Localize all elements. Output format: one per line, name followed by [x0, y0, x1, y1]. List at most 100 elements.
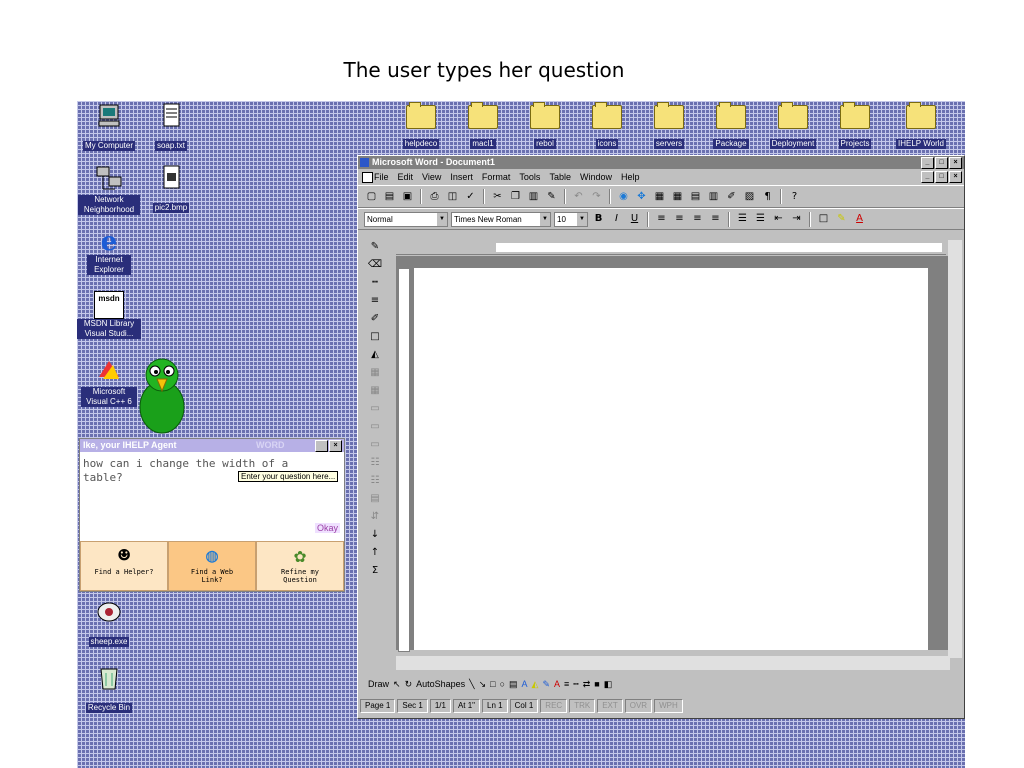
line-style-icon[interactable]: ≡ [564, 679, 569, 689]
table-autoformat-icon[interactable]: ▤ [366, 492, 384, 506]
eraser-icon[interactable]: ⌫ [366, 258, 384, 272]
save-icon[interactable]: ▣ [400, 190, 415, 204]
help-icon[interactable]: ? [787, 190, 802, 204]
copy-icon[interactable]: ❐ [508, 190, 523, 204]
justify-icon[interactable]: ≡ [708, 212, 723, 226]
dash-style-icon[interactable]: ┅ [573, 679, 578, 690]
align-left-icon[interactable]: ≡ [654, 212, 669, 226]
menu-window[interactable]: Window [580, 172, 612, 182]
distribute-rows-icon[interactable]: ☷ [366, 456, 384, 470]
desktop-icon-pic2-bmp[interactable]: pic2.bmp [139, 165, 203, 214]
line-style-icon[interactable]: ┅ [366, 276, 384, 290]
desktop-icon-recycle-bin[interactable]: Recycle Bin [77, 665, 141, 714]
select-objects-icon[interactable]: ↖ [393, 679, 401, 690]
insert-table-icon[interactable]: ▦ [670, 190, 685, 204]
question-input[interactable]: how can i change the width of a table? [83, 457, 339, 535]
desktop-folder-helpdeco[interactable]: helpdeco [389, 102, 453, 150]
free-rotate-icon[interactable]: ↻ [405, 679, 413, 690]
redo-icon[interactable]: ↷ [589, 190, 604, 204]
vertical-ruler[interactable] [398, 268, 410, 652]
menu-edit[interactable]: Edit [398, 172, 414, 182]
status-ext[interactable]: EXT [597, 699, 623, 713]
desktop-icon-my-computer[interactable]: My Computer [77, 103, 141, 152]
print-preview-icon[interactable]: ◫ [445, 190, 460, 204]
autoshapes-menu[interactable]: AutoShapes [416, 679, 465, 689]
horizontal-ruler[interactable] [396, 240, 946, 255]
desktop-icon-soap-txt[interactable]: soap.txt [139, 103, 203, 152]
desktop-icon-sheep-exe[interactable]: sheep.exe [77, 599, 141, 648]
3d-icon[interactable]: ◧ [604, 679, 613, 690]
text-box-icon[interactable]: ▤ [509, 679, 518, 690]
doc-restore-button[interactable]: □ [935, 171, 948, 183]
cut-icon[interactable]: ✂ [490, 190, 505, 204]
desktop-icon-msdn-library[interactable]: msdn MSDN Library Visual Studi... [77, 291, 141, 340]
spelling-icon[interactable]: ✓ [463, 190, 478, 204]
desktop-folder-deployment[interactable]: Deployment [761, 102, 825, 150]
vertical-scrollbar[interactable] [948, 240, 962, 658]
shading-color-icon[interactable]: ◭ [366, 348, 384, 362]
wordart-icon[interactable]: A [522, 679, 528, 689]
bullets-icon[interactable]: ☰ [753, 212, 768, 226]
autosum-icon[interactable]: Σ [366, 564, 384, 578]
highlight-icon[interactable]: ✎ [834, 212, 849, 226]
desktop-folder-ihelp-world[interactable]: IHELP World [889, 102, 953, 150]
line-color-icon[interactable]: ✎ [542, 679, 550, 690]
agent-close-button[interactable]: × [329, 440, 342, 452]
desktop-folder-projects[interactable]: Projects [823, 102, 887, 150]
align-bottom-icon[interactable]: ▭ [366, 438, 384, 452]
menu-help[interactable]: Help [621, 172, 640, 182]
align-center-icon[interactable]: ≡ [672, 212, 687, 226]
desktop-icon-internet-explorer[interactable]: e Internet Explorer [77, 229, 141, 276]
menu-view[interactable]: View [422, 172, 441, 182]
menu-file[interactable]: File [374, 172, 389, 182]
status-rec[interactable]: REC [540, 699, 568, 713]
font-size-dropdown[interactable]: 10 ▼ [554, 211, 588, 227]
paste-icon[interactable]: ▥ [526, 190, 541, 204]
align-center-vertical-icon[interactable]: ▭ [366, 420, 384, 434]
draw-table-icon[interactable]: ✎ [366, 240, 384, 254]
status-wph[interactable]: WPH [654, 699, 683, 713]
desktop-folder-servers[interactable]: servers [637, 102, 701, 150]
sort-descending-icon[interactable]: ↑ [366, 546, 384, 560]
distribute-columns-icon[interactable]: ☷ [366, 474, 384, 488]
font-dropdown[interactable]: Times New Roman ▼ [451, 211, 551, 227]
desktop-folder-icons[interactable]: icons [575, 102, 639, 150]
merge-cells-icon[interactable]: ▦ [366, 366, 384, 380]
line-icon[interactable]: ╲ [469, 679, 474, 690]
draw-menu[interactable]: Draw [368, 679, 389, 689]
font-color-icon[interactable]: A [554, 679, 560, 689]
shadow-icon[interactable]: ■ [594, 679, 599, 689]
print-icon[interactable]: ⎙ [427, 190, 442, 204]
border-color-icon[interactable]: ✐ [366, 312, 384, 326]
show-hide-icon[interactable]: ¶ [760, 190, 775, 204]
arrow-style-icon[interactable]: ⇄ [583, 679, 591, 690]
menu-insert[interactable]: Insert [450, 172, 473, 182]
style-dropdown[interactable]: Normal ▼ [364, 211, 448, 227]
tables-borders-icon[interactable]: ▦ [652, 190, 667, 204]
hyperlink-icon[interactable]: ◉ [616, 190, 631, 204]
insert-excel-icon[interactable]: ▤ [688, 190, 703, 204]
drawing-icon[interactable]: ✐ [724, 190, 739, 204]
line-weight-icon[interactable]: ≡ [366, 294, 384, 308]
increase-indent-icon[interactable]: ⇥ [789, 212, 804, 226]
desktop-folder-rebol[interactable]: rebol [513, 102, 577, 150]
desktop-folder-package[interactable]: Package [699, 102, 763, 150]
desktop-folder-macl1[interactable]: macl1 [451, 102, 515, 150]
decrease-indent-icon[interactable]: ⇤ [771, 212, 786, 226]
outside-border-icon[interactable]: □ [366, 330, 384, 344]
parrot-agent-icon[interactable] [133, 355, 191, 435]
status-ovr[interactable]: OVR [624, 699, 653, 713]
maximize-button[interactable]: □ [935, 157, 948, 169]
change-text-direction-icon[interactable]: ⇵ [366, 510, 384, 524]
fill-color-icon[interactable]: ◭ [532, 679, 539, 690]
undo-icon[interactable]: ↶ [571, 190, 586, 204]
desktop-icon-visual-cpp[interactable]: Microsoft Visual C++ 6 [77, 357, 141, 408]
agent-restore-button[interactable] [315, 440, 328, 452]
numbering-icon[interactable]: ☰ [735, 212, 750, 226]
minimize-button[interactable]: _ [921, 157, 934, 169]
find-web-link-button[interactable]: ◍ Find a Web Link? [168, 541, 256, 591]
menu-format[interactable]: Format [482, 172, 511, 182]
new-document-icon[interactable]: ▢ [364, 190, 379, 204]
doc-close-button[interactable]: × [949, 171, 962, 183]
font-color-icon[interactable]: A [852, 212, 867, 226]
